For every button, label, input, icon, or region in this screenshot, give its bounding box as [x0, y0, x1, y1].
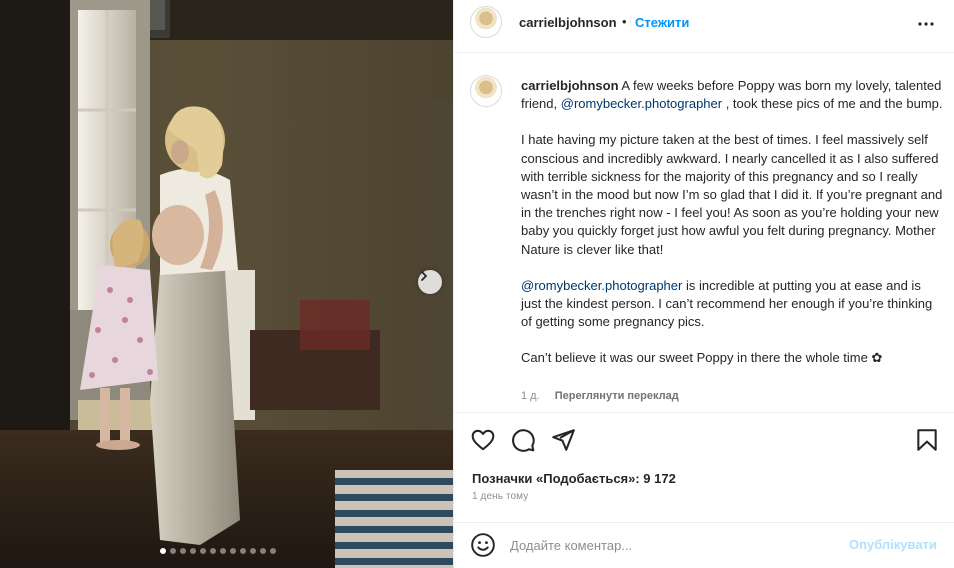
carousel-dot	[210, 548, 216, 554]
carousel-dot	[260, 548, 266, 554]
carousel-dot	[240, 548, 246, 554]
carousel-dot	[270, 548, 276, 554]
share-icon[interactable]	[550, 427, 576, 453]
post-caption: carrielbjohnson A few weeks before Poppy…	[454, 53, 954, 413]
follow-button[interactable]: Стежити	[635, 15, 689, 30]
post-side-panel: carrielbjohnson • Стежити carrielbjohnso…	[453, 0, 954, 568]
carousel-dot	[230, 548, 236, 554]
carousel-dot	[160, 548, 166, 554]
caption-p1-after: , took these pics of me and the bump.	[722, 96, 943, 112]
caption-paragraph-4: Can’t believe it was our sweet Poppy in …	[521, 350, 883, 366]
caption-text: carrielbjohnson A few weeks before Poppy…	[521, 77, 943, 368]
caption-time[interactable]: 1 д.	[521, 390, 540, 402]
carousel-dot	[200, 548, 206, 554]
post-header: carrielbjohnson • Стежити	[454, 0, 954, 53]
carousel-dot	[180, 548, 186, 554]
comment-input[interactable]	[510, 535, 830, 555]
post-actions: Позначки «Подобається»: 9 172 1 день том…	[454, 413, 954, 523]
header-username[interactable]: carrielbjohnson	[519, 15, 617, 30]
carousel-next-button[interactable]	[418, 270, 442, 294]
mention-link[interactable]: @romybecker.photographer	[561, 96, 722, 111]
carousel-indicator	[160, 548, 276, 554]
post-time[interactable]: 1 день тому	[472, 491, 528, 502]
post-photo[interactable]	[0, 0, 453, 568]
caption-username[interactable]: carrielbjohnson	[521, 78, 619, 93]
carousel-dot	[220, 548, 226, 554]
emoji-icon[interactable]	[470, 532, 496, 558]
carousel-dot	[250, 548, 256, 554]
carousel-dot	[170, 548, 176, 554]
avatar[interactable]	[470, 6, 502, 38]
likes-count[interactable]: Позначки «Подобається»: 9 172	[472, 471, 676, 486]
chevron-right-icon	[421, 271, 427, 281]
bookmark-icon[interactable]	[914, 427, 940, 453]
post-comment-button[interactable]: Опублікувати	[849, 537, 937, 552]
separator-dot: •	[622, 14, 627, 29]
mention-link[interactable]: @romybecker.photographer	[521, 278, 682, 293]
carousel-dot	[190, 548, 196, 554]
photo-image	[0, 0, 453, 568]
comment-icon[interactable]	[510, 427, 536, 453]
caption-paragraph-2: I hate having my picture taken at the be…	[521, 132, 943, 257]
comment-bar: Опублікувати	[454, 523, 954, 568]
caption-avatar[interactable]	[470, 75, 502, 107]
heart-icon[interactable]	[470, 427, 496, 453]
see-translation-button[interactable]: Переглянути переклад	[555, 390, 679, 402]
more-horizontal-icon[interactable]	[914, 12, 938, 36]
caption-meta: 1 д. Переглянути переклад	[521, 390, 679, 402]
